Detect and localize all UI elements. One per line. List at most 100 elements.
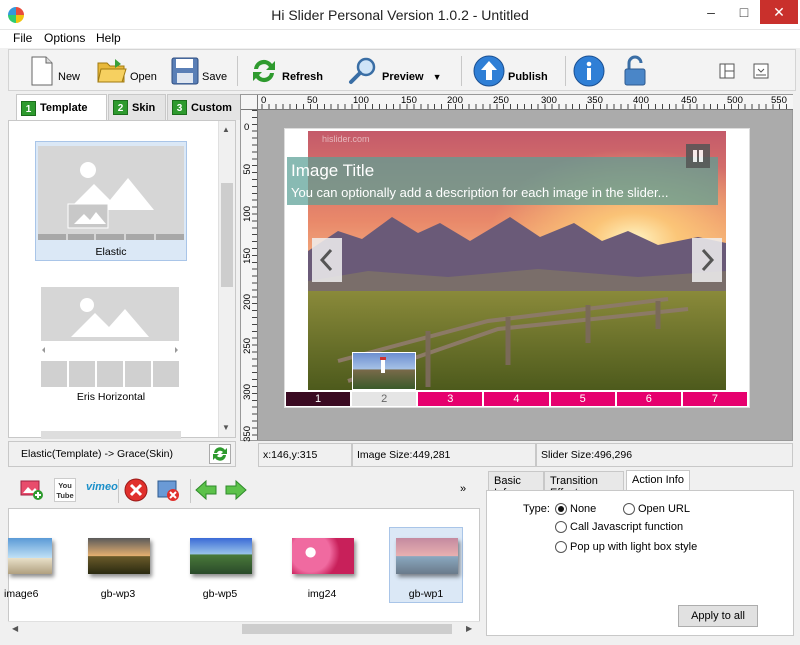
thumbnail-label: img24 xyxy=(307,588,337,600)
scroll-left-icon[interactable]: ◀ xyxy=(12,624,18,633)
close-button[interactable]: ✕ xyxy=(760,0,798,24)
ruler-label: 100 xyxy=(242,206,253,222)
lighthouse-thumbnail[interactable] xyxy=(352,352,416,390)
radio-none[interactable]: None xyxy=(555,503,596,515)
scroll-right-icon[interactable]: ▶ xyxy=(466,624,472,633)
ruler-label: 150 xyxy=(401,95,417,106)
more-tools-button[interactable]: » xyxy=(460,483,466,495)
panel-layout-icon xyxy=(719,63,735,79)
tab-skin[interactable]: 2 Skin xyxy=(108,94,166,120)
thumbnail-item[interactable]: gb-wp5 xyxy=(182,522,254,604)
radio-lightbox[interactable]: Pop up with light box style xyxy=(555,541,697,553)
properties-tabs: Basic Info Transition Effect Action Info xyxy=(486,470,794,499)
tab-template[interactable]: 1 Template xyxy=(16,94,107,121)
menu-bar: File Options Help xyxy=(0,30,800,48)
template-preview-image-icon xyxy=(38,146,184,240)
page-button-7[interactable]: 7 xyxy=(682,392,747,406)
ruler-label: 100 xyxy=(353,95,369,106)
page-button-5[interactable]: 5 xyxy=(550,392,617,406)
tab-basic-info[interactable]: Basic Info xyxy=(488,471,544,499)
pause-icon xyxy=(693,150,703,162)
apply-to-all-button[interactable]: Apply to all xyxy=(678,605,758,627)
publish-label: Publish xyxy=(508,71,548,83)
youtube-button[interactable]: You Tube xyxy=(54,478,76,502)
thumbnail-scrollbar[interactable]: ◀ ▶ xyxy=(8,621,480,636)
move-right-button[interactable] xyxy=(224,479,248,501)
ruler-label: 250 xyxy=(493,95,509,106)
minimize-button[interactable]: – xyxy=(694,0,728,24)
thumbnail-image xyxy=(396,538,458,574)
register-button[interactable] xyxy=(623,54,647,88)
delete-image-button[interactable] xyxy=(124,478,148,502)
refresh-icon xyxy=(253,59,275,83)
menu-options[interactable]: Options xyxy=(44,31,85,45)
prev-slide-button[interactable] xyxy=(312,238,342,282)
tab-transition-effect[interactable]: Transition Effect xyxy=(544,471,624,499)
tab-number: 2 xyxy=(113,100,128,115)
template-item-eris-horizontal[interactable]: Eris Horizontal xyxy=(41,287,181,407)
radio-call-javascript[interactable]: Call Javascript function xyxy=(555,521,683,533)
next-slide-button[interactable] xyxy=(692,238,722,282)
publish-button[interactable]: Publish xyxy=(473,54,548,88)
main-toolbar: New Open Save Refresh Preview ▼ Publish xyxy=(8,49,796,91)
tab-custom[interactable]: 3 Custom xyxy=(167,94,241,120)
caption-box[interactable]: Image Title You can optionally add a des… xyxy=(287,157,718,205)
open-label: Open xyxy=(130,71,157,83)
ruler-label: 350 xyxy=(587,95,603,106)
toolbar-separator xyxy=(565,56,566,86)
page-button-3[interactable]: 3 xyxy=(418,392,485,406)
images-toolbar: You Tube vimeo » xyxy=(8,473,478,507)
page-button-1[interactable]: 1 xyxy=(286,392,353,406)
slide-pager: 1 2 3 4 5 6 7 xyxy=(286,392,747,406)
thumbnail-item[interactable]: image6 xyxy=(0,522,68,604)
move-left-button[interactable] xyxy=(194,479,218,501)
radio-open-url[interactable]: Open URL xyxy=(623,503,690,515)
ruler-label: 350 xyxy=(242,426,253,442)
dock-panel-button[interactable] xyxy=(753,54,769,88)
template-scrollbar[interactable]: ▲ ▼ xyxy=(218,121,235,437)
page-button-4[interactable]: 4 xyxy=(484,392,551,406)
about-button[interactable] xyxy=(573,54,605,88)
preview-button[interactable]: Preview ▼ xyxy=(347,54,442,88)
new-button[interactable]: New xyxy=(29,54,80,88)
template-item-partial[interactable] xyxy=(41,431,181,439)
refresh-icon xyxy=(213,447,227,461)
add-image-button[interactable] xyxy=(20,479,44,501)
ruler-ticks xyxy=(241,104,793,109)
page-button-6[interactable]: 6 xyxy=(616,392,683,406)
expand-panel-button[interactable] xyxy=(719,54,735,88)
ruler-label: 200 xyxy=(447,95,463,106)
delete-all-icon xyxy=(157,480,179,501)
scroll-down-icon[interactable]: ▼ xyxy=(222,423,230,432)
arrow-left-icon xyxy=(195,479,217,501)
scroll-up-icon[interactable]: ▲ xyxy=(222,125,230,134)
thumbnail-item[interactable]: gb-wp3 xyxy=(80,522,152,604)
menu-help[interactable]: Help xyxy=(96,31,121,45)
apply-template-button[interactable] xyxy=(209,444,231,464)
save-button[interactable]: Save xyxy=(171,54,227,88)
refresh-button[interactable]: Refresh xyxy=(249,54,323,88)
magnifier-icon xyxy=(349,57,376,84)
ruler-label: 550 xyxy=(771,95,787,106)
preview-dropdown-icon[interactable]: ▼ xyxy=(433,60,442,82)
template-item-elastic[interactable]: Elastic xyxy=(35,141,187,261)
tab-action-info[interactable]: Action Info xyxy=(626,470,690,491)
scroll-thumb[interactable] xyxy=(242,624,452,634)
thumbnail-item-selected[interactable]: gb-wp1 xyxy=(388,522,460,604)
page-button-2[interactable]: 2 xyxy=(352,392,419,406)
vimeo-button[interactable]: vimeo xyxy=(86,481,118,501)
template-skin-status: Elastic(Template) -> Grace(Skin) xyxy=(8,441,236,467)
youtube-icon: You Tube xyxy=(56,481,74,500)
tab-label: Custom xyxy=(191,101,232,114)
scroll-thumb[interactable] xyxy=(221,183,233,287)
toolbar-separator xyxy=(118,479,119,503)
tab-number: 3 xyxy=(172,100,187,115)
delete-all-button[interactable] xyxy=(156,478,180,502)
thumbnail-item[interactable]: img24 xyxy=(284,522,356,604)
pause-button[interactable] xyxy=(686,144,710,168)
open-button[interactable]: Open xyxy=(97,54,157,88)
tab-number: 1 xyxy=(21,100,36,116)
slider-size: Slider Size:496,296 xyxy=(536,443,793,467)
menu-file[interactable]: File xyxy=(13,31,32,45)
maximize-button[interactable]: □ xyxy=(727,0,761,24)
